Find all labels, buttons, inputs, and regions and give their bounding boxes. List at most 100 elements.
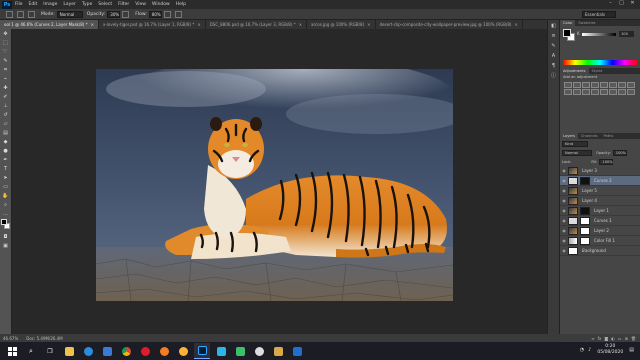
eyedropper-tool-icon[interactable]: ⌁ <box>1 75 11 83</box>
tab-paths[interactable]: Paths <box>601 133 617 139</box>
color-balance-icon[interactable] <box>618 82 626 88</box>
brightness-icon[interactable] <box>564 82 572 88</box>
tab-color[interactable]: Color <box>560 20 576 26</box>
visibility-eye-icon[interactable]: ◉ <box>560 238 568 243</box>
layer-mask-thumbnail[interactable] <box>580 206 590 215</box>
gradient-map-icon[interactable] <box>618 89 626 95</box>
network-icon[interactable]: ◔ <box>580 347 584 353</box>
notifications-icon[interactable]: ▤ <box>629 347 634 353</box>
tab-document-4[interactable]: arcos.jpg @ 100% (RGB/8) × <box>307 20 376 29</box>
layer-opacity-field[interactable]: 100% <box>612 149 627 156</box>
vibrance-icon[interactable] <box>600 82 608 88</box>
taskbar-app-clock[interactable] <box>251 343 267 359</box>
clock[interactable]: 0:20 05/08/2020 <box>597 344 623 356</box>
layer-mask-thumbnail[interactable] <box>580 236 590 245</box>
tab-swatches[interactable]: Swatches <box>575 20 598 26</box>
menu-image[interactable]: Image <box>43 2 57 7</box>
new-layer-icon[interactable]: ⊞ <box>625 336 628 341</box>
airbrush-icon[interactable] <box>163 10 171 18</box>
new-adjustment-icon[interactable]: ◐ <box>611 336 615 341</box>
properties-panel-icon[interactable]: ≡ <box>549 33 558 40</box>
info-panel-icon[interactable]: ⓘ <box>549 73 558 80</box>
visibility-eye-icon[interactable]: ◉ <box>560 178 568 183</box>
layer-mask-thumbnail[interactable] <box>580 226 590 235</box>
color-spectrum[interactable] <box>563 60 637 65</box>
black-white-icon[interactable] <box>627 82 635 88</box>
zoom-level[interactable]: 46.67% <box>3 336 18 341</box>
screen-mode-icon[interactable]: ▣ <box>1 242 11 250</box>
taskbar-app-firefox[interactable] <box>156 343 172 359</box>
k-slider[interactable] <box>582 33 616 36</box>
taskbar-app-blue[interactable] <box>213 343 229 359</box>
channel-mixer-icon[interactable] <box>573 89 581 95</box>
tab-document-2[interactable]: x-lovely-tiger.psd @ 16.7% (Layer 1, RGB… <box>99 20 206 29</box>
taskbar-app-opera[interactable] <box>137 343 153 359</box>
layer-style-icon[interactable]: fx <box>598 336 602 341</box>
taskbar-app-photoshop[interactable] <box>194 343 210 359</box>
clone-stamp-tool-icon[interactable]: ⊥ <box>1 102 11 110</box>
invert-icon[interactable] <box>591 89 599 95</box>
brush-panel-icon[interactable]: ✎ <box>549 43 558 50</box>
maximize-icon[interactable]: □ <box>616 0 627 6</box>
visibility-eye-icon[interactable]: ◉ <box>560 208 568 213</box>
delete-layer-icon[interactable]: 🗑 <box>631 336 636 341</box>
menu-edit[interactable]: Edit <box>29 2 38 7</box>
taskbar-app-chrome[interactable] <box>118 343 134 359</box>
quick-mask-icon[interactable]: ◘ <box>1 233 11 241</box>
brush-preset-icon[interactable] <box>17 10 24 18</box>
brush-tool-icon[interactable] <box>6 10 13 18</box>
close-icon[interactable]: ✕ <box>627 0 638 6</box>
menu-layer[interactable]: Layer <box>63 2 76 7</box>
brush-tool-icon[interactable]: ✐ <box>1 93 11 101</box>
menu-select[interactable]: Select <box>98 2 112 7</box>
taskbar-app-folder[interactable] <box>270 343 286 359</box>
layer-row[interactable]: ◉ Layer 1 <box>560 206 640 216</box>
move-tool-icon[interactable]: ✥ <box>1 30 11 38</box>
type-tool-icon[interactable]: T <box>1 165 11 173</box>
tab-document-3[interactable]: DSC_8806.psd @ 16.7% (Layer 3, RGB/8) * × <box>206 20 308 29</box>
layer-row[interactable]: ◉ Curves 1 <box>560 216 640 226</box>
workspace-select[interactable]: Essentials <box>582 11 616 18</box>
opacity-field[interactable]: 30% <box>107 10 121 18</box>
pressure-opacity-icon[interactable] <box>122 10 130 18</box>
shape-tool-icon[interactable]: ▭ <box>1 183 11 191</box>
lasso-tool-icon[interactable]: ➰ <box>1 48 11 56</box>
levels-icon[interactable] <box>573 82 581 88</box>
visibility-eye-icon[interactable]: ◉ <box>560 218 568 223</box>
layer-row[interactable]: ◉ Layer 2 <box>560 226 640 236</box>
eraser-tool-icon[interactable]: ▱ <box>1 120 11 128</box>
taskbar-app-edge[interactable] <box>80 343 96 359</box>
visibility-eye-icon[interactable]: ◉ <box>560 228 568 233</box>
path-select-tool-icon[interactable]: ➤ <box>1 174 11 182</box>
tab-styles[interactable]: Styles <box>589 68 606 74</box>
visibility-eye-icon[interactable]: ◉ <box>560 168 568 173</box>
flow-field[interactable]: 80% <box>148 10 162 18</box>
layer-row[interactable]: ◉ Curves 2 <box>560 176 640 186</box>
brush-panel-icon[interactable] <box>28 10 35 18</box>
menu-help[interactable]: Help <box>176 2 186 7</box>
layer-row[interactable]: ◉ Layer 4 <box>560 196 640 206</box>
taskbar-app-green[interactable] <box>232 343 248 359</box>
pen-tool-icon[interactable]: ✒ <box>1 156 11 164</box>
foreground-color-swatch[interactable] <box>563 29 571 37</box>
selective-color-icon[interactable] <box>627 89 635 95</box>
close-tab-icon[interactable]: × <box>197 22 200 27</box>
crop-tool-icon[interactable]: ⌗ <box>1 66 11 74</box>
zoom-tool-icon[interactable]: ⌕ <box>1 201 11 209</box>
taskbar-app-photos[interactable] <box>175 343 191 359</box>
document-canvas[interactable] <box>96 69 453 301</box>
visibility-eye-icon[interactable]: ◉ <box>560 248 568 253</box>
layer-row[interactable]: ◉ Background <box>560 246 640 256</box>
foreground-color-swatch[interactable] <box>1 219 7 225</box>
color-lookup-icon[interactable] <box>582 89 590 95</box>
layer-mask-thumbnail[interactable] <box>580 176 590 185</box>
layer-row[interactable]: ◉ Layer 5 <box>560 186 640 196</box>
k-value-field[interactable]: 100 <box>619 31 634 37</box>
healing-brush-tool-icon[interactable]: ✚ <box>1 84 11 92</box>
more-tools-icon[interactable]: … <box>1 210 11 218</box>
curves-icon[interactable] <box>582 82 590 88</box>
close-tab-icon[interactable]: × <box>91 22 94 27</box>
mode-select[interactable]: Normal <box>56 10 83 18</box>
start-button[interactable] <box>4 343 20 359</box>
search-button[interactable]: ⌕ <box>23 343 39 359</box>
